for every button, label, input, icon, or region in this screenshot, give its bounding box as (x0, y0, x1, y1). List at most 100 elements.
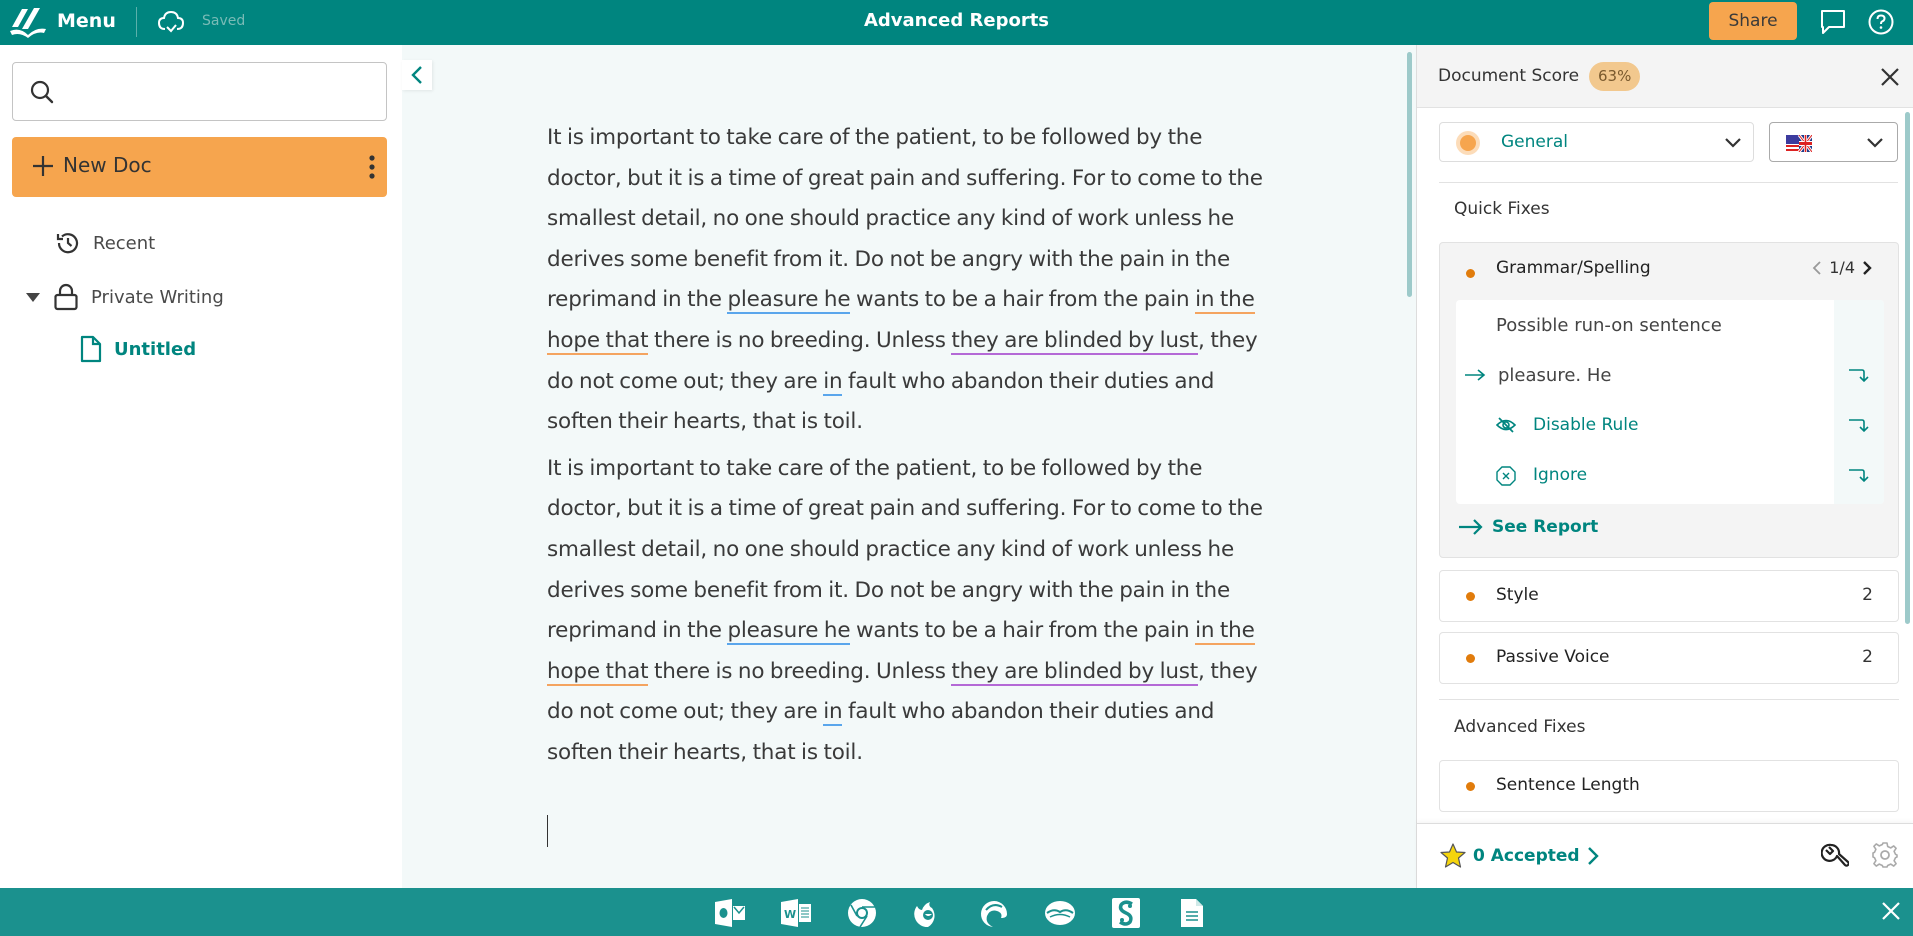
ignore-label: Ignore (1533, 465, 1588, 485)
svg-text:W: W (784, 908, 796, 921)
prev-suggestion-icon[interactable] (1811, 260, 1823, 276)
document-icon (80, 335, 102, 363)
close-icon[interactable] (1880, 900, 1902, 922)
top-bar: Menu Saved Advanced Reports Share (0, 0, 1913, 45)
ignore-button[interactable]: Ignore (1456, 455, 1834, 495)
passive-issue-highlight[interactable]: they are blinded by lust (951, 658, 1198, 686)
chevron-down-icon (1867, 138, 1883, 148)
document-text: It is important to take care of the pati… (547, 125, 1263, 313)
writing-style-value: General (1501, 132, 1568, 152)
openoffice-icon[interactable] (1044, 897, 1076, 929)
pager-count: 1/4 (1829, 258, 1855, 277)
passive-voice-card[interactable]: Passive Voice 2 (1439, 632, 1899, 684)
accepted-label: 0 Accepted (1473, 846, 1580, 866)
help-icon[interactable] (1867, 8, 1895, 36)
outlook-icon[interactable] (714, 897, 746, 929)
suggestion-fix[interactable]: pleasure. He (1456, 355, 1834, 395)
category-name: Grammar/Spelling (1496, 258, 1651, 278)
collapse-sidebar-button[interactable] (402, 60, 432, 90)
see-report-link[interactable]: See Report (1458, 517, 1598, 537)
text-caret (547, 815, 548, 847)
panel-header: Document Score 63% (1417, 45, 1913, 108)
editor-area[interactable]: It is important to take care of the pati… (402, 45, 1416, 888)
apply-icon[interactable] (1848, 416, 1870, 434)
suggestion-title: Possible run-on sentence (1496, 314, 1722, 336)
grammar-issue-highlight[interactable]: in (823, 699, 843, 727)
gear-icon[interactable] (1871, 841, 1899, 869)
category-name: Passive Voice (1496, 647, 1610, 667)
document-text: there is no breeding. Unless (648, 658, 952, 684)
arrow-right-icon (1465, 369, 1486, 381)
more-options-icon[interactable] (360, 151, 384, 183)
scrivener-icon[interactable] (1110, 897, 1142, 929)
chat-icon[interactable] (1819, 8, 1847, 36)
grammar-issue-highlight[interactable]: pleasure he (727, 287, 851, 315)
share-button[interactable]: Share (1709, 2, 1797, 40)
firefox-icon[interactable] (912, 897, 944, 929)
new-doc-button[interactable]: New Doc (12, 137, 387, 197)
document-icon[interactable] (1176, 897, 1208, 929)
panel-footer: 0 Accepted (1417, 823, 1913, 888)
issue-count: 2 (1862, 585, 1873, 605)
sidebar-item-untitled[interactable]: Untitled (80, 335, 196, 363)
see-report-label: See Report (1492, 517, 1599, 537)
star-icon (1440, 843, 1466, 868)
us-uk-flag-icon (1786, 135, 1812, 152)
edge-icon[interactable] (978, 897, 1010, 929)
score-badge: 63% (1589, 62, 1641, 91)
panel-scrollbar[interactable] (1905, 112, 1910, 624)
issue-dot-icon (1466, 782, 1475, 791)
document-paragraph[interactable]: It is important to take care of the pati… (547, 118, 1272, 443)
apply-icon[interactable] (1848, 466, 1870, 484)
wrench-icon[interactable] (1821, 842, 1849, 870)
history-icon (55, 230, 81, 256)
category-name: Style (1496, 585, 1539, 605)
grammar-issue-highlight[interactable]: pleasure he (727, 618, 851, 646)
issue-dot-icon (1466, 654, 1475, 663)
sidebar-item-label: Private Writing (91, 286, 224, 308)
search-field[interactable] (12, 62, 387, 121)
word-icon[interactable]: W (780, 897, 812, 929)
panel-title: Document Score (1438, 66, 1580, 86)
divider (1439, 182, 1898, 183)
close-icon[interactable] (1875, 62, 1905, 92)
chevron-left-icon (411, 66, 422, 84)
issue-dot-icon (1466, 269, 1475, 278)
search-input[interactable] (68, 73, 368, 111)
save-status: Saved (202, 13, 246, 29)
apply-icon[interactable] (1848, 366, 1870, 384)
header-divider (136, 7, 137, 37)
grammar-issue-highlight[interactable]: in (823, 368, 843, 396)
report-panel: Document Score 63% General Quick Fixes G… (1416, 45, 1913, 888)
document-text: wants to be a hair from the pain (850, 618, 1196, 644)
chevron-down-icon (1725, 138, 1741, 148)
arrow-right-icon (1459, 519, 1483, 535)
grammar-spelling-card[interactable]: Grammar/Spelling 1/4 Possible run-on sen… (1439, 242, 1899, 558)
sentence-length-card[interactable]: Sentence Length (1439, 760, 1899, 812)
document-text: It is important to take care of the pati… (547, 455, 1263, 644)
new-doc-label: New Doc (63, 153, 152, 177)
document-content[interactable]: It is important to take care of the pati… (547, 118, 1272, 780)
document-paragraph[interactable]: It is important to take care of the pati… (547, 449, 1272, 774)
disable-rule-button[interactable]: Disable Rule (1456, 405, 1834, 445)
passive-issue-highlight[interactable]: they are blinded by lust (951, 327, 1198, 355)
suggestion-text: pleasure. He (1498, 364, 1612, 386)
accepted-link[interactable]: 0 Accepted (1439, 842, 1600, 870)
next-suggestion-icon[interactable] (1861, 260, 1873, 276)
page-title: Advanced Reports (863, 10, 1050, 31)
ignore-x-icon (1496, 466, 1516, 486)
caret-down-icon[interactable] (25, 291, 41, 303)
document-text: there is no breeding. Unless (648, 327, 952, 353)
app-logo-icon[interactable] (8, 5, 48, 39)
menu-button[interactable]: Menu (57, 10, 116, 32)
chrome-icon[interactable] (846, 897, 878, 929)
sidebar: New Doc Recent Private Writing Untitled (0, 45, 402, 888)
category-name: Sentence Length (1496, 775, 1640, 795)
writing-style-select[interactable]: General (1439, 122, 1754, 162)
document-text: wants to be a hair from the pain (850, 287, 1196, 313)
language-select[interactable] (1769, 122, 1898, 162)
sidebar-item-recent[interactable]: Recent (55, 230, 155, 256)
sidebar-item-private-writing[interactable]: Private Writing (25, 283, 224, 311)
style-card[interactable]: Style 2 (1439, 570, 1899, 622)
editor-scrollbar[interactable] (1407, 52, 1412, 297)
